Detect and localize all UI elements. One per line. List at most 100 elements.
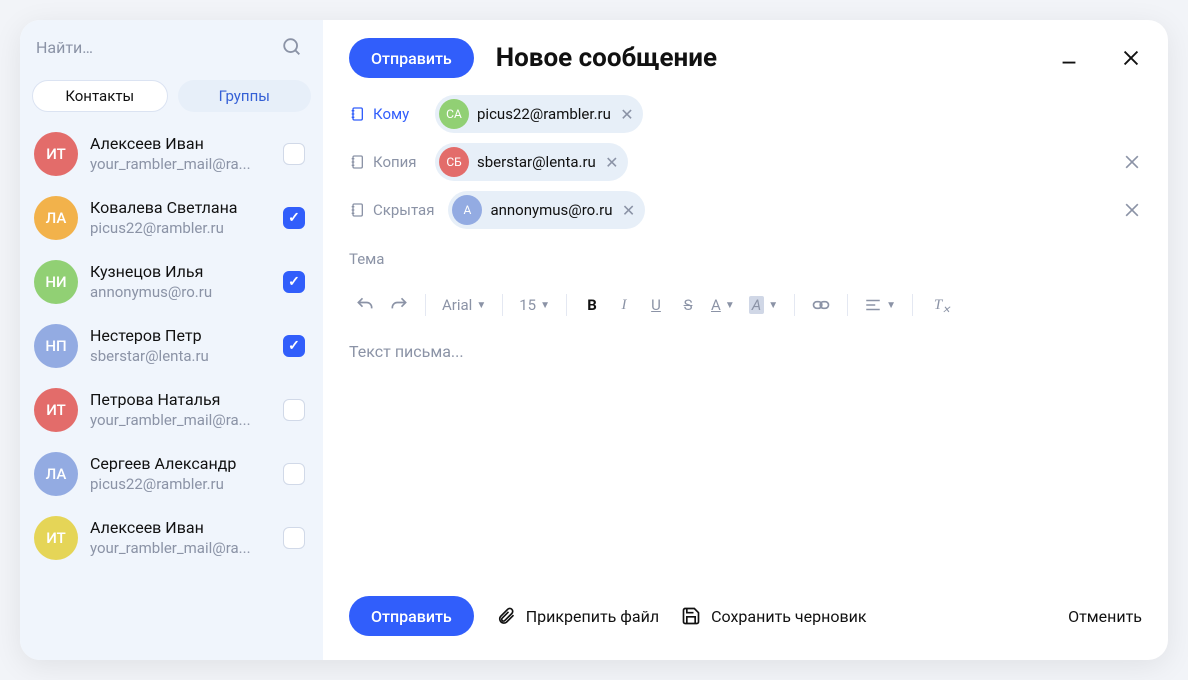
search-input[interactable] — [36, 38, 269, 57]
separator — [425, 294, 426, 316]
tab-contacts[interactable]: Контакты — [32, 80, 168, 112]
contact-row[interactable]: НПНестеров Петрsberstar@lenta.ru — [20, 314, 323, 378]
tab-groups[interactable]: Группы — [178, 80, 312, 112]
to-label[interactable]: Кому — [349, 105, 421, 123]
redo-icon[interactable] — [383, 288, 415, 322]
avatar: ИТ — [34, 388, 78, 432]
undo-icon[interactable] — [349, 288, 381, 322]
contact-name: Нестеров Петр — [90, 326, 271, 347]
contact-email: annonymus@ro.ru — [90, 283, 271, 303]
to-row[interactable]: Кому СА picus22@rambler.ru ✕ — [349, 90, 1168, 138]
to-chip[interactable]: СА picus22@rambler.ru ✕ — [435, 95, 643, 133]
checkbox[interactable] — [283, 463, 305, 485]
size-select[interactable]: 15▼ — [513, 288, 556, 322]
contact-email: picus22@rambler.ru — [90, 475, 271, 495]
close-icon[interactable] — [1120, 47, 1142, 69]
checkbox[interactable] — [283, 527, 305, 549]
separator — [502, 294, 503, 316]
font-select[interactable]: Arial▼ — [436, 288, 492, 322]
send-button-bottom[interactable]: Отправить — [349, 596, 474, 636]
search-icon[interactable] — [281, 36, 303, 58]
avatar: ИТ — [34, 132, 78, 176]
contacts-list[interactable]: ИТАлексеев Иванyour_rambler_mail@ra...ЛА… — [20, 122, 323, 660]
contact-row[interactable]: ИТ Алексеев Иванyour_rambler_mail@ra... — [20, 506, 323, 570]
checkbox[interactable] — [283, 207, 305, 229]
remove-chip-icon[interactable]: ✕ — [621, 202, 637, 218]
contact-email: picus22@rambler.ru — [90, 219, 271, 239]
contact-text: Сергеев Александрpicus22@rambler.ru — [90, 454, 271, 494]
main-panel: Отправить Новое сообщение Кому СА pic — [323, 20, 1168, 660]
header: Отправить Новое сообщение — [323, 20, 1168, 90]
compose-window: Контакты Группы ИТАлексеев Иванyour_ramb… — [20, 20, 1168, 660]
clear-format-icon[interactable]: T✕ — [923, 288, 953, 322]
avatar: ЛА — [34, 196, 78, 240]
bcc-chip[interactable]: А annonymus@ro.ru ✕ — [448, 191, 644, 229]
send-button-top[interactable]: Отправить — [349, 38, 474, 78]
cc-chip[interactable]: СБ sberstar@lenta.ru ✕ — [435, 143, 628, 181]
bcc-chip-email: annonymus@ro.ru — [490, 201, 612, 219]
text-color-icon[interactable]: A▼ — [705, 288, 741, 322]
contact-text: Петрова Натальяyour_rambler_mail@ra... — [90, 390, 271, 430]
attach-button[interactable]: Прикрепить файл — [496, 606, 659, 626]
align-icon[interactable]: ▼ — [858, 288, 902, 322]
to-label-text: Кому — [373, 105, 409, 123]
remove-chip-icon[interactable]: ✕ — [619, 106, 635, 122]
cc-label-text: Копия — [373, 153, 417, 171]
contact-name: Алексеев Иван — [90, 518, 271, 539]
link-icon[interactable] — [805, 288, 837, 322]
avatar: ЛА — [34, 452, 78, 496]
format-toolbar: Arial▼ 15▼ B I U S A▼ A▼ ▼ T✕ — [323, 282, 1168, 328]
contact-text: Ковалева Светланаpicus22@rambler.ru — [90, 198, 271, 238]
bcc-row[interactable]: Скрытая А annonymus@ro.ru ✕ — [349, 186, 1168, 234]
contact-row[interactable]: ЛА Ковалева Светланаpicus22@rambler.ru — [20, 186, 323, 250]
checkbox[interactable] — [283, 335, 305, 357]
editor-placeholder: Текст письма... — [349, 342, 464, 361]
contact-email: sberstar@lenta.ru — [90, 347, 271, 367]
editor-area[interactable]: Текст письма... — [323, 328, 1168, 596]
cc-row[interactable]: Копия СБ sberstar@lenta.ru ✕ — [349, 138, 1168, 186]
remove-chip-icon[interactable]: ✕ — [604, 154, 620, 170]
checkbox[interactable] — [283, 271, 305, 293]
contact-row[interactable]: ИТ Петрова Натальяyour_rambler_mail@ra... — [20, 378, 323, 442]
separator — [912, 294, 913, 316]
underline-icon[interactable]: U — [641, 288, 671, 322]
bcc-label-text: Скрытая — [373, 201, 434, 219]
paperclip-icon — [496, 606, 516, 626]
contact-row[interactable]: ИТ Алексеев Иванyour_rambler_mail@ra... — [20, 122, 323, 186]
separator — [847, 294, 848, 316]
footer: Отправить Прикрепить файл Сохранить черн… — [323, 596, 1168, 660]
contact-email: your_rambler_mail@ra... — [90, 539, 271, 559]
bold-icon[interactable]: B — [577, 288, 607, 322]
save-draft-button[interactable]: Сохранить черновик — [681, 606, 866, 626]
subject-input[interactable] — [349, 240, 1142, 276]
avatar: СА — [439, 99, 469, 129]
cc-label[interactable]: Копия — [349, 153, 421, 171]
contact-text: Алексеев Иванyour_rambler_mail@ra... — [90, 134, 271, 174]
remove-row-icon[interactable] — [1122, 152, 1142, 172]
contact-name: Сергеев Александр — [90, 454, 271, 475]
contact-text: Алексеев Иванyour_rambler_mail@ra... — [90, 518, 271, 558]
search-row — [20, 20, 323, 74]
addressbook-icon — [349, 154, 365, 170]
checkbox[interactable] — [283, 143, 305, 165]
contact-row[interactable]: ЛА Сергеев Александрpicus22@rambler.ru — [20, 442, 323, 506]
strike-icon[interactable]: S — [673, 288, 703, 322]
subject-row[interactable] — [349, 234, 1168, 282]
separator — [794, 294, 795, 316]
contact-row[interactable]: НИКузнецов Ильяannonymus@ro.ru — [20, 250, 323, 314]
separator — [566, 294, 567, 316]
avatar: СБ — [439, 147, 469, 177]
italic-icon[interactable]: I — [609, 288, 639, 322]
contact-email: your_rambler_mail@ra... — [90, 155, 271, 175]
checkbox[interactable] — [283, 399, 305, 421]
minimize-icon[interactable] — [1058, 47, 1080, 69]
addressbook-icon — [349, 202, 365, 218]
bcc-label[interactable]: Скрытая — [349, 201, 434, 219]
page-title: Новое сообщение — [496, 43, 1018, 73]
recipient-fields: Кому СА picus22@rambler.ru ✕ Копия СБ — [323, 90, 1168, 282]
contact-name: Кузнецов Илья — [90, 262, 271, 283]
remove-row-icon[interactable] — [1122, 200, 1142, 220]
cancel-button[interactable]: Отменить — [1068, 607, 1142, 626]
highlight-icon[interactable]: A▼ — [743, 288, 784, 322]
avatar: ИТ — [34, 516, 78, 560]
